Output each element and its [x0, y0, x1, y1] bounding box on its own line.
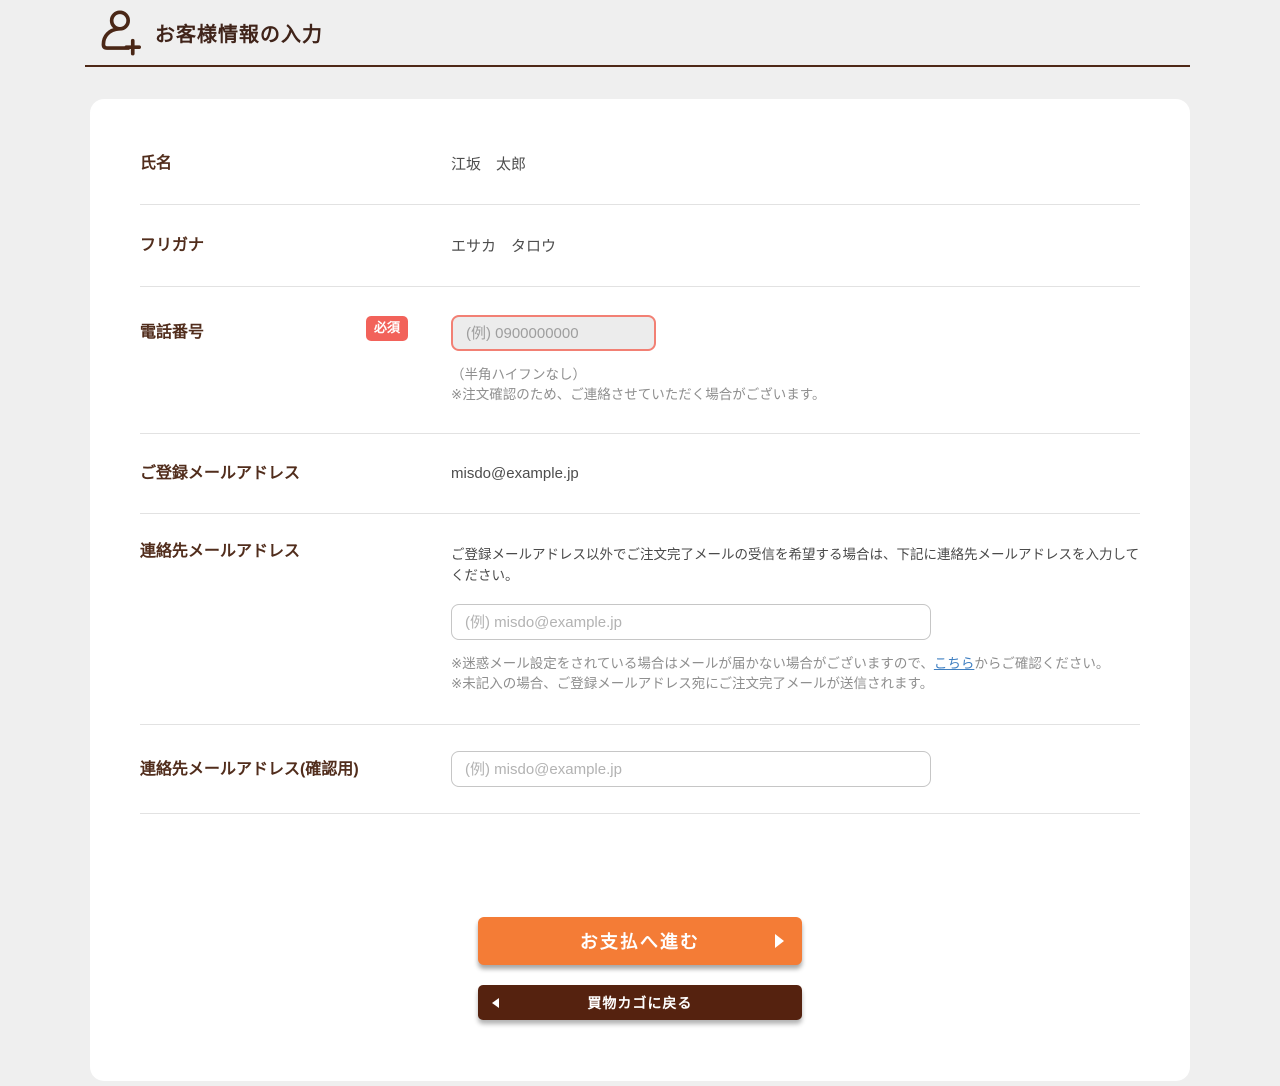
content-cell: エサカ タロウ [451, 235, 1140, 256]
contact-email-description: ご登録メールアドレス以外でご注文完了メールの受信を希望する場合は、下記に連絡先メ… [451, 544, 1140, 586]
page-title: お客様情報の入力 [155, 18, 323, 47]
label-cell: 連絡先メールアドレス [140, 542, 451, 561]
spam-note-before: ※迷惑メール設定をされている場合はメールが届かない場合がございますので、 [451, 656, 934, 671]
name-label: 氏名 [140, 154, 172, 173]
label-cell: フリガナ [140, 236, 451, 255]
content-cell: misdo@example.jp [451, 465, 1140, 483]
here-link[interactable]: こちら [934, 656, 975, 671]
phone-notes: （半角ハイフンなし） ※注文確認のため、ご連絡させていただく場合がございます。 [451, 365, 1140, 405]
registered-email-label: ご登録メールアドレス [140, 464, 300, 483]
back-to-cart-button[interactable]: 買物カゴに戻る [478, 985, 802, 1020]
furigana-value: エサカ タロウ [451, 238, 556, 255]
spam-note-after: からご確認ください。 [974, 656, 1109, 671]
phone-input[interactable] [451, 315, 656, 351]
proceed-button-label: お支払へ進む [580, 932, 700, 952]
contact-email-confirm-label: 連絡先メールアドレス(確認用) [140, 760, 359, 779]
contact-email-label: 連絡先メールアドレス [140, 542, 300, 561]
row-name: 氏名 江坂 太郎 [140, 123, 1140, 205]
label-cell: 電話番号 必須 [140, 315, 451, 342]
page-header: お客様情報の入力 [85, 0, 1190, 67]
spam-note: ※迷惑メール設定をされている場合はメールが届かない場合がございますので、こちらか… [451, 654, 1140, 674]
row-contact-email: 連絡先メールアドレス ご登録メールアドレス以外でご注文完了メールの受信を希望する… [140, 514, 1140, 725]
phone-note-contact: ※注文確認のため、ご連絡させていただく場合がございます。 [451, 385, 1140, 405]
arrow-right-icon [775, 934, 784, 948]
content-cell [451, 751, 1140, 787]
person-plus-icon [97, 9, 141, 56]
content-cell: ご登録メールアドレス以外でご注文完了メールの受信を希望する場合は、下記に連絡先メ… [451, 542, 1140, 694]
contact-email-input[interactable] [451, 604, 931, 640]
furigana-label: フリガナ [140, 236, 204, 255]
row-registered-email: ご登録メールアドレス misdo@example.jp [140, 434, 1140, 514]
row-contact-email-confirm: 連絡先メールアドレス(確認用) [140, 725, 1140, 814]
name-value: 江坂 太郎 [451, 156, 526, 173]
proceed-to-payment-button[interactable]: お支払へ進む [478, 917, 802, 965]
row-furigana: フリガナ エサカ タロウ [140, 205, 1140, 287]
phone-note-format: （半角ハイフンなし） [451, 365, 1140, 385]
label-cell: ご登録メールアドレス [140, 464, 451, 483]
label-cell: 連絡先メールアドレス(確認用) [140, 760, 451, 779]
contact-email-confirm-input[interactable] [451, 751, 931, 787]
arrow-left-icon [492, 998, 499, 1008]
label-cell: 氏名 [140, 154, 451, 173]
back-button-label: 買物カゴに戻る [588, 995, 693, 1011]
contact-email-notes: ※迷惑メール設定をされている場合はメールが届かない場合がございますので、こちらか… [451, 654, 1140, 694]
actions-area: お支払へ進む 買物カゴに戻る [90, 814, 1190, 1081]
row-phone: 電話番号 必須 （半角ハイフンなし） ※注文確認のため、ご連絡させていただく場合… [140, 287, 1140, 434]
blank-note: ※未記入の場合、ご登録メールアドレス宛にご注文完了メールが送信されます。 [451, 674, 1140, 694]
customer-info-card: 氏名 江坂 太郎 フリガナ エサカ タロウ 電話番号 必須 （半角ハイフンなし）… [90, 99, 1190, 1081]
registered-email-value: misdo@example.jp [451, 465, 579, 482]
content-cell: 江坂 太郎 [451, 153, 1140, 174]
content-cell: （半角ハイフンなし） ※注文確認のため、ご連絡させていただく場合がございます。 [451, 315, 1140, 405]
phone-label: 電話番号 [140, 315, 204, 342]
required-badge: 必須 [366, 316, 408, 341]
